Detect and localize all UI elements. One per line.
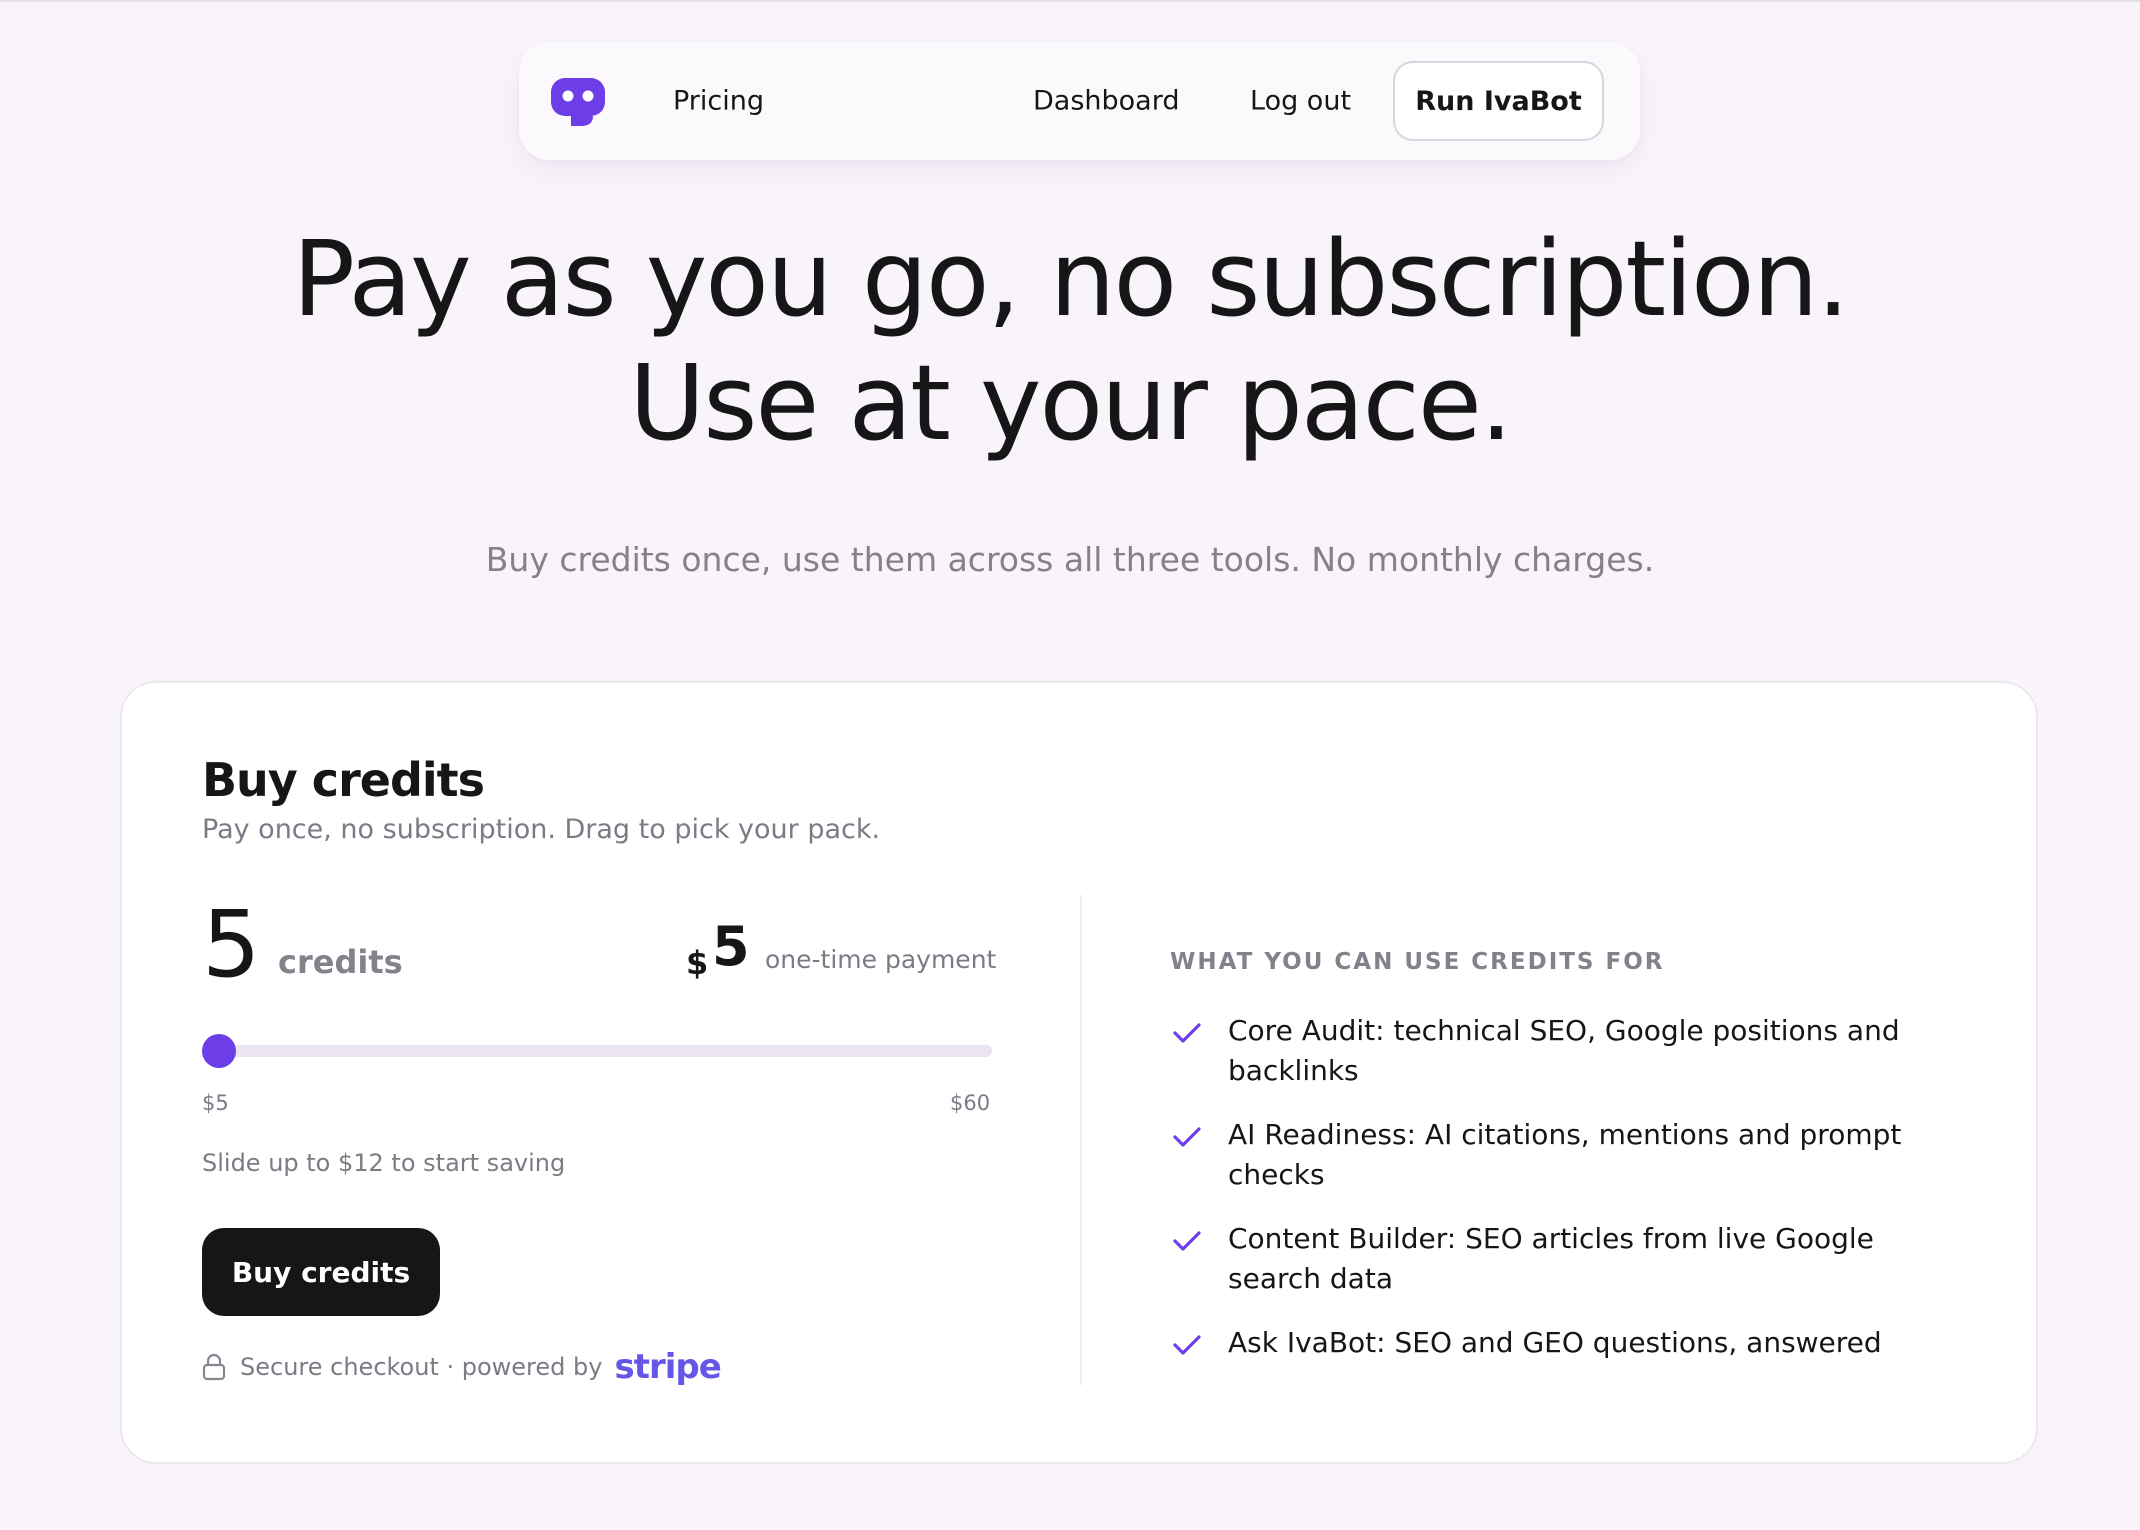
credits-value: 5 bbox=[202, 891, 261, 998]
page-title-line-1: Pay as you go, no subscription. bbox=[292, 218, 1849, 340]
nav-logout-link[interactable]: Log out bbox=[1250, 86, 1351, 117]
secure-checkout-text: Secure checkout · powered by bbox=[240, 1353, 603, 1381]
check-icon bbox=[1173, 1127, 1201, 1147]
list-item: AI Readiness: AI citations, mentions and… bbox=[1170, 1115, 1970, 1195]
list-item: Content Builder: SEO articles from live … bbox=[1170, 1219, 1970, 1299]
robot-face-icon[interactable] bbox=[549, 76, 609, 128]
list-item: Core Audit: technical SEO, Google positi… bbox=[1170, 1011, 1970, 1091]
slider-min-label: $5 bbox=[202, 1091, 229, 1115]
price-note: one-time payment bbox=[765, 945, 997, 974]
check-icon bbox=[1173, 1023, 1201, 1043]
page-subtitle: Buy credits once, use them across all th… bbox=[485, 540, 1655, 579]
price-value: 5 bbox=[712, 915, 750, 978]
secure-checkout: Secure checkout · powered by stripe bbox=[202, 1347, 722, 1387]
credits-slider-track[interactable] bbox=[202, 1034, 992, 1068]
stripe-logo: stripe bbox=[614, 1347, 721, 1387]
top-nav: Pricing Dashboard Log out Run IvaBot bbox=[519, 42, 1640, 160]
list-item-text: Content Builder: SEO articles from live … bbox=[1228, 1222, 1874, 1295]
check-icon bbox=[1173, 1335, 1201, 1355]
uses-list: Core Audit: technical SEO, Google positi… bbox=[1170, 1011, 1970, 1387]
page-title-line-2: Use at your pace. bbox=[629, 342, 1513, 464]
list-item-text: AI Readiness: AI citations, mentions and… bbox=[1228, 1118, 1902, 1191]
check-icon bbox=[1173, 1231, 1201, 1251]
card-title: Buy credits bbox=[202, 753, 485, 807]
uses-heading: WHAT YOU CAN USE CREDITS FOR bbox=[1170, 949, 1665, 975]
credits-slider-thumb[interactable] bbox=[202, 1034, 236, 1068]
nav-dashboard-link[interactable]: Dashboard bbox=[1033, 86, 1179, 117]
credits-label: credits bbox=[278, 943, 403, 981]
list-item-text: Core Audit: technical SEO, Google positi… bbox=[1228, 1014, 1900, 1087]
slider-hint: Slide up to $12 to start saving bbox=[202, 1149, 566, 1177]
run-ivabot-button[interactable]: Run IvaBot bbox=[1393, 61, 1604, 141]
nav-pricing-link[interactable]: Pricing bbox=[673, 86, 764, 117]
lock-icon bbox=[202, 1353, 226, 1381]
slider-max-label: $60 bbox=[950, 1091, 991, 1115]
page-title: Pay as you go, no subscription. Use at y… bbox=[0, 217, 2140, 465]
card-divider bbox=[1080, 895, 1082, 1385]
list-item: Ask IvaBot: SEO and GEO questions, answe… bbox=[1170, 1323, 1970, 1363]
buy-credits-button[interactable]: Buy credits bbox=[202, 1228, 440, 1316]
buy-credits-card: Buy credits Pay once, no subscription. D… bbox=[120, 681, 2038, 1464]
card-subtitle: Pay once, no subscription. Drag to pick … bbox=[202, 814, 881, 845]
price-currency: $ bbox=[686, 944, 709, 982]
list-item-text: Ask IvaBot: SEO and GEO questions, answe… bbox=[1228, 1326, 1882, 1359]
